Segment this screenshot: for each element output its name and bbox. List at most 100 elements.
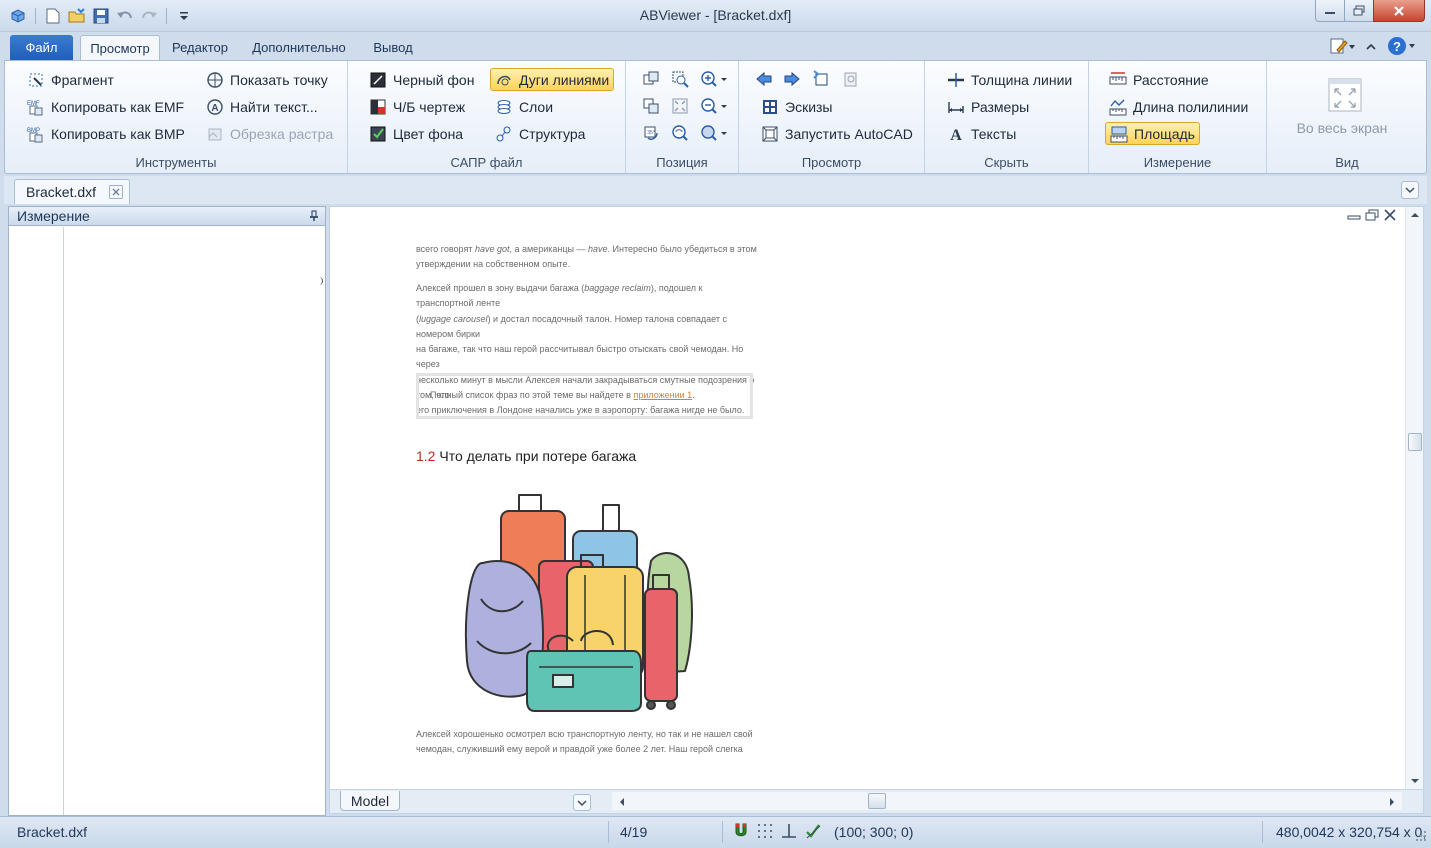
vertical-scrollbar[interactable] <box>1405 207 1423 789</box>
close-icon <box>1394 5 1404 16</box>
clipboard-icon[interactable] <box>839 69 861 89</box>
appendix-link[interactable]: приложении 1 <box>633 390 692 400</box>
vertical-scroll-thumb[interactable] <box>1408 433 1422 451</box>
minimize-icon <box>1325 11 1335 14</box>
horizontal-scroll-thumb[interactable] <box>868 793 886 809</box>
bw-drawing-button[interactable]: Ч/Б чертеж <box>365 95 469 118</box>
panel-splitter-handle[interactable] <box>319 277 323 285</box>
window-title: ABViewer - [Bracket.dxf] <box>639 7 792 23</box>
zoom-extents-icon[interactable] <box>669 96 691 116</box>
scroll-up-icon[interactable] <box>1410 211 1420 219</box>
copy-as-bmp-button[interactable]: BMP Копировать как BMP <box>23 122 189 145</box>
resize-grip-icon[interactable] <box>1415 829 1427 845</box>
group-cad-file: Черный фон Ч/Б чертеж Цвет фона Дуги лин… <box>348 61 626 173</box>
status-bar: Bracket.dxf 4/19 (100; 300; 0) 480,0042 … <box>0 816 1431 848</box>
layout-tab-model[interactable]: Model <box>340 791 400 811</box>
run-autocad-button[interactable]: Запустить AutoCAD <box>757 122 917 145</box>
maximize-button[interactable] <box>1344 0 1374 22</box>
background-color-button[interactable]: Цвет фона <box>365 122 467 145</box>
polyline-length-button[interactable]: Длина полилинии <box>1105 95 1252 118</box>
black-background-icon <box>369 71 387 89</box>
layout-list-button[interactable] <box>573 794 591 811</box>
thumbnails-button[interactable]: Эскизы <box>757 95 837 118</box>
show-point-button[interactable]: Показать точку <box>202 68 332 91</box>
pan-icon[interactable] <box>640 96 662 116</box>
scroll-right-icon[interactable] <box>1388 797 1396 807</box>
window-controls <box>1315 0 1425 22</box>
snap-check-icon[interactable] <box>804 822 822 843</box>
tab-view[interactable]: Просмотр <box>80 35 160 60</box>
group-tools-label: Инструменты <box>135 155 217 170</box>
canvas-window-controls <box>1347 209 1397 224</box>
group-browse-label: Просмотр <box>801 155 862 170</box>
find-text-button[interactable]: A Найти текст... <box>202 95 322 118</box>
status-drawing-size: 480,0042 x 320,754 x 0, <box>1276 824 1427 840</box>
arcs-as-lines-button[interactable]: Дуги линиями <box>490 68 615 91</box>
fragment-icon <box>27 71 45 89</box>
tab-editor[interactable]: Редактор <box>164 35 236 60</box>
chevron-down-icon <box>1405 187 1415 194</box>
document-tab[interactable]: Bracket.dxf <box>14 179 130 204</box>
forward-icon[interactable] <box>781 69 803 89</box>
style-options-icon[interactable] <box>1329 37 1355 58</box>
copy-bmp-icon: BMP <box>27 125 45 143</box>
callout-box: Полный список фраз по этой теме вы найде… <box>416 373 753 419</box>
ribbon-tab-row: Файл Просмотр Редактор Дополнительно Выв… <box>0 32 1431 60</box>
help-icon[interactable]: ? <box>1387 36 1417 59</box>
tab-list-button[interactable] <box>1401 181 1419 199</box>
rotate-icon[interactable]: 35° <box>640 123 662 143</box>
crop-raster-button[interactable]: Обрезка растра <box>202 122 337 145</box>
tab-advanced[interactable]: Дополнительно <box>244 35 354 60</box>
pin-icon[interactable] <box>309 209 319 225</box>
group-position-label: Позиция <box>656 155 708 170</box>
paragraph-1: всего говорят have got, а американцы — h… <box>416 244 757 270</box>
zoom-in-icon[interactable] <box>698 69 732 89</box>
layers-button[interactable]: Слои <box>491 95 557 118</box>
close-tab-icon[interactable] <box>109 185 123 199</box>
fragment-button[interactable]: Фрагмент <box>23 68 118 91</box>
line-weight-icon <box>947 71 965 89</box>
black-background-button[interactable]: Черный фон <box>365 68 478 91</box>
texts-button[interactable]: A Тексты <box>943 122 1020 145</box>
close-button[interactable] <box>1373 0 1425 22</box>
drawing-canvas[interactable]: всего говорят have got, а американцы — h… <box>329 206 1424 790</box>
copy-emf-icon: EMF <box>27 98 45 116</box>
dimensions-icon <box>947 98 965 116</box>
minimize-button[interactable] <box>1315 0 1345 22</box>
scroll-left-icon[interactable] <box>618 797 626 807</box>
tab-file[interactable]: Файл <box>10 35 73 60</box>
background-color-icon <box>369 125 387 143</box>
zoom-window-icon[interactable] <box>669 69 691 89</box>
scroll-down-icon[interactable] <box>1410 777 1420 785</box>
document-tab-label: Bracket.dxf <box>26 184 97 200</box>
collapse-ribbon-icon[interactable] <box>1365 40 1377 55</box>
structure-icon <box>495 125 513 143</box>
zoom-options-icon[interactable] <box>698 123 732 143</box>
crosshair-icon <box>206 71 224 89</box>
snap-magnet-icon[interactable] <box>732 822 750 843</box>
canvas-close-icon[interactable] <box>1383 209 1397 224</box>
group-measure: Расстояние Длина полилинии Площадь Измер… <box>1089 61 1267 173</box>
line-weight-button[interactable]: Толщина линии <box>943 68 1076 91</box>
dimensions-button[interactable]: Размеры <box>943 95 1033 118</box>
refresh-icon[interactable] <box>810 69 832 89</box>
canvas-minimize-icon[interactable] <box>1347 209 1361 224</box>
grid-icon[interactable] <box>756 822 774 843</box>
fullscreen-button-label[interactable]: Во весь экран <box>1267 120 1417 136</box>
zoom-out-icon[interactable] <box>698 96 732 116</box>
area-button[interactable]: Площадь <box>1105 122 1200 145</box>
structure-button[interactable]: Структура <box>491 122 589 145</box>
distance-button[interactable]: Расстояние <box>1105 68 1213 91</box>
layers-icon <box>495 98 513 116</box>
ribbon: Фрагмент EMF Копировать как EMF BMP Копи… <box>4 60 1427 174</box>
horizontal-scrollbar[interactable] <box>612 792 1402 810</box>
fullscreen-icon[interactable] <box>1327 77 1363 116</box>
zoom-previous-icon[interactable] <box>669 123 691 143</box>
ortho-icon[interactable] <box>780 822 798 843</box>
copy-as-emf-button[interactable]: EMF Копировать как EMF <box>23 95 188 118</box>
canvas-restore-icon[interactable] <box>1365 209 1379 224</box>
back-icon[interactable] <box>753 69 775 89</box>
status-page-counter: 4/19 <box>620 824 648 840</box>
tab-output[interactable]: Вывод <box>364 35 422 60</box>
pan-left-icon[interactable] <box>640 69 662 89</box>
